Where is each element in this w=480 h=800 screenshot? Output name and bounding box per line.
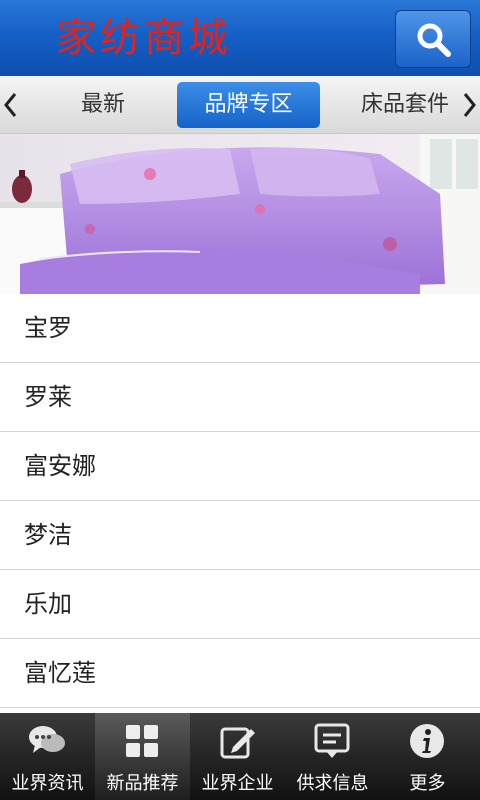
list-item-label: 乐加 bbox=[24, 590, 72, 618]
category-tab-bar: 最新 品牌专区 床品套件 bbox=[0, 76, 480, 134]
nav-label: 新品推荐 bbox=[106, 773, 179, 794]
nav-label: 业界资讯 bbox=[11, 773, 84, 794]
nav-supply-demand[interactable]: 供求信息 bbox=[285, 713, 380, 800]
list-item[interactable]: 富安娜 bbox=[0, 432, 480, 501]
list-item[interactable]: 乐加 bbox=[0, 570, 480, 639]
list-item[interactable]: 梦洁 bbox=[0, 501, 480, 570]
bottom-nav: 业界资讯 新品推荐 业界企业 供求信息 更多 bbox=[0, 713, 480, 800]
nav-label: 供求信息 bbox=[296, 773, 369, 794]
message-icon bbox=[314, 723, 350, 758]
list-item-label: 富安娜 bbox=[24, 452, 96, 480]
brand-list: 宝罗 罗莱 富安娜 梦洁 乐加 富忆莲 bbox=[0, 294, 480, 708]
nav-industry-companies[interactable]: 业界企业 bbox=[190, 713, 285, 800]
list-item-label: 罗莱 bbox=[24, 383, 72, 411]
nav-industry-news[interactable]: 业界资讯 bbox=[0, 713, 95, 800]
search-icon bbox=[417, 23, 451, 57]
app-title: 家纺商城 bbox=[56, 15, 232, 61]
list-item[interactable]: 罗莱 bbox=[0, 363, 480, 432]
info-icon bbox=[410, 724, 444, 758]
list-item-label: 富忆莲 bbox=[24, 659, 96, 687]
tab-bedding-sets[interactable]: 床品套件 bbox=[350, 82, 460, 128]
nav-label: 业界企业 bbox=[201, 773, 274, 794]
chevron-left-icon[interactable] bbox=[2, 90, 20, 120]
edit-icon bbox=[220, 727, 255, 759]
tab-latest[interactable]: 最新 bbox=[48, 82, 158, 128]
list-item-label: 梦洁 bbox=[24, 521, 72, 549]
nav-label: 更多 bbox=[409, 773, 446, 794]
grid-icon bbox=[126, 725, 158, 757]
list-item[interactable]: 富忆莲 bbox=[0, 639, 480, 708]
search-button[interactable] bbox=[395, 10, 471, 68]
tab-brand-zone[interactable]: 品牌专区 bbox=[177, 82, 320, 128]
app-header: 家纺商城 bbox=[0, 0, 480, 76]
banner-image[interactable] bbox=[0, 134, 480, 294]
chevron-right-icon[interactable] bbox=[460, 90, 478, 120]
chat-bubbles-icon bbox=[29, 726, 65, 753]
nav-new-products[interactable]: 新品推荐 bbox=[95, 713, 190, 800]
list-item-label: 宝罗 bbox=[24, 314, 72, 342]
nav-more[interactable]: 更多 bbox=[380, 713, 475, 800]
list-item[interactable]: 宝罗 bbox=[0, 294, 480, 363]
